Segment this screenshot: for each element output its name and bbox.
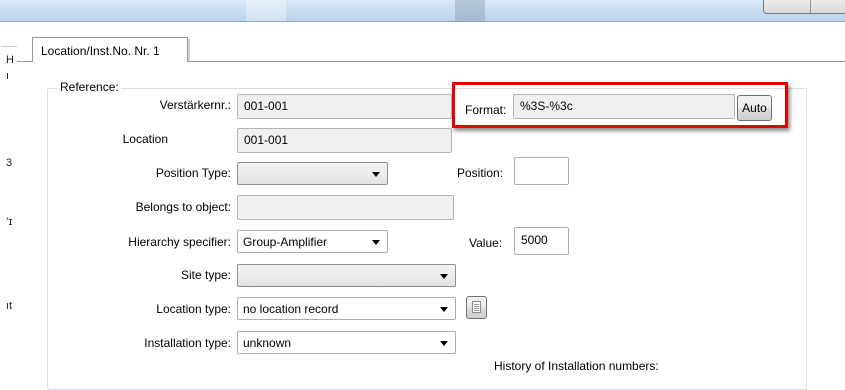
location-type-label: Location type:: [156, 302, 231, 316]
left-panel-text: ıt: [6, 300, 13, 312]
installation-type-combo[interactable]: unknown: [237, 331, 456, 354]
location-record-button[interactable]: [466, 296, 487, 319]
chevron-down-icon: [372, 172, 380, 177]
position-field[interactable]: [514, 157, 569, 185]
window-control-buttons[interactable]: [763, 0, 845, 14]
value-value: 5000: [521, 233, 548, 247]
value-field[interactable]: 5000: [514, 227, 569, 255]
installation-type-label: Installation type:: [144, 336, 231, 350]
left-panel-text: ı: [6, 70, 10, 82]
tab-gap: [33, 61, 187, 62]
position-type-label: Position Type:: [155, 166, 231, 180]
site-type-combo[interactable]: [237, 264, 456, 287]
tab-label: Location/Inst.No. Nr. 1: [41, 44, 160, 58]
left-panel-text: ’ɪ: [6, 216, 13, 228]
verstarker-label: Verstärkernr.:: [159, 98, 231, 112]
tab-shadow: [188, 39, 190, 61]
titlebar-reflection: [455, 0, 485, 21]
location-type-combo[interactable]: no location record: [237, 297, 456, 320]
hierarchy-combo[interactable]: Group-Amplifier: [237, 230, 388, 253]
belongs-to-label: Belongs to object:: [135, 200, 231, 214]
location-value: 001-001: [244, 133, 289, 147]
verstarker-field[interactable]: 001-001: [237, 94, 452, 119]
tab-location-inst-no[interactable]: Location/Inst.No. Nr. 1: [32, 37, 188, 61]
value-label: Value:: [469, 236, 503, 250]
document-icon: [472, 301, 481, 313]
hierarchy-value: Group-Amplifier: [243, 235, 328, 249]
left-panel-text: H: [6, 54, 14, 66]
history-label: History of Installation numbers:: [494, 359, 659, 373]
location-field[interactable]: 001-001: [237, 128, 452, 153]
chevron-down-icon: [372, 240, 380, 245]
location-type-value: no location record: [243, 302, 339, 316]
reference-legend: Reference:: [58, 80, 121, 94]
verstarker-value: 001-001: [244, 99, 289, 113]
highlight-box: [452, 82, 788, 128]
location-label: Location: [122, 132, 168, 146]
chevron-down-icon: [440, 307, 448, 312]
window-titlebar: [0, 0, 845, 21]
belongs-to-field[interactable]: [237, 195, 454, 220]
titlebar-divider: [0, 21, 845, 22]
chevron-down-icon: [440, 341, 448, 346]
position-label: Position:: [457, 166, 504, 180]
titlebar-reflection: [246, 0, 286, 21]
left-panel-text: 3: [6, 157, 13, 169]
position-type-combo[interactable]: [237, 162, 388, 185]
site-type-label: Site type:: [180, 268, 231, 282]
installation-type-value: unknown: [243, 336, 292, 350]
chevron-down-icon: [440, 274, 448, 279]
hierarchy-label: Hierarchy specifier:: [128, 235, 231, 249]
